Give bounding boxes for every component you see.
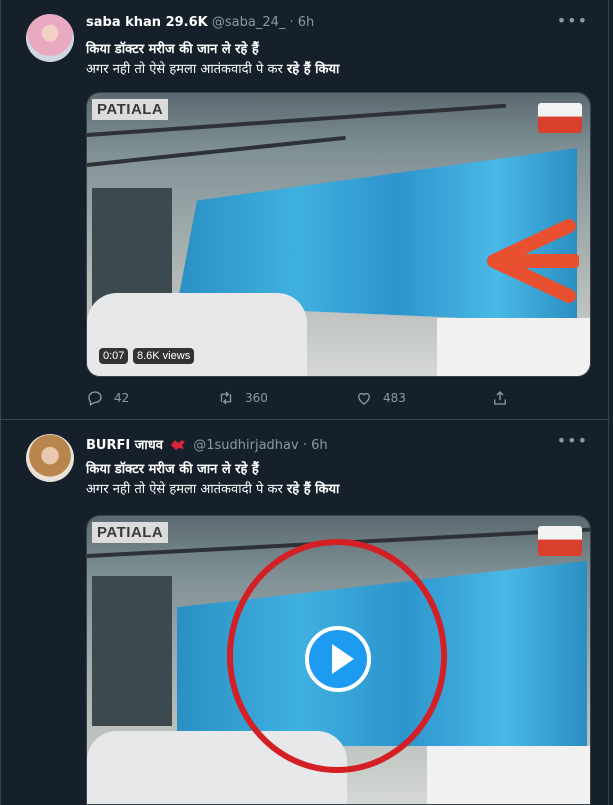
tweet-text-regular: अगर नही तो ऐसे हमला आतंकवादी पे कर xyxy=(86,482,287,497)
curtain-rail xyxy=(87,135,346,167)
retweet-icon xyxy=(220,391,232,405)
timeline: saba khan 29.6K @saba_24_ · 6h ••• किया … xyxy=(0,0,610,805)
more-icon[interactable]: ••• xyxy=(557,11,588,30)
monitor-equipment xyxy=(92,576,172,726)
hospital-bed xyxy=(437,318,590,376)
handle[interactable]: @1sudhirjadhav xyxy=(193,438,298,453)
display-name[interactable]: BURFI जाधव xyxy=(86,438,163,453)
share-icon xyxy=(494,391,506,405)
tweet-text-line2: अगर नही तो ऐसे हमला आतंकवादी पे कर रहे ह… xyxy=(86,479,339,497)
retweet-button[interactable]: 360 xyxy=(217,389,268,407)
tweet-text-line2: अगर नही तो ऐसे हमला आतंकवादी पे कर रहे ह… xyxy=(86,59,339,77)
avatar[interactable] xyxy=(26,434,74,482)
video-views: 8.6K views xyxy=(133,348,195,364)
display-name[interactable]: saba khan 29.6K xyxy=(86,15,208,30)
heart-icon xyxy=(358,392,370,405)
tweet-text-regular: अगर नही तो ऐसे हमला आतंकवादी पे कर xyxy=(86,62,287,77)
arrow-icon xyxy=(487,219,579,303)
handle[interactable]: @saba_24_ xyxy=(212,15,286,30)
share-button[interactable] xyxy=(491,389,519,407)
tweet-actions: 42 360 483 xyxy=(86,389,591,409)
tweet-text-bold: रहे हैं किया xyxy=(286,62,340,77)
more-icon[interactable]: ••• xyxy=(557,431,588,450)
retweet-count: 360 xyxy=(245,391,268,405)
tweet-text-line1: किया डॉक्टर मरीज की जान ले रहे हैं xyxy=(86,42,259,57)
reply-button[interactable]: 42 xyxy=(86,389,129,407)
like-count: 483 xyxy=(383,391,406,405)
play-icon[interactable] xyxy=(305,626,371,692)
tweet-text-bold: रहे हैं किया xyxy=(286,482,340,497)
reply-count: 42 xyxy=(114,391,130,405)
video-watermark: PATIALA xyxy=(92,99,169,120)
video-duration: 0:07 xyxy=(99,348,129,364)
video-watermark: PATIALA xyxy=(92,522,169,543)
reply-icon xyxy=(88,391,102,406)
avatar[interactable] xyxy=(26,14,74,62)
tweet-text-line1: किया डॉक्टर मरीज की जान ले रहे हैं xyxy=(86,462,259,477)
tweet-header: saba khan 29.6K @saba_24_ · 6h xyxy=(86,15,314,30)
bird-icon xyxy=(171,440,186,450)
timestamp[interactable]: 6h xyxy=(311,438,328,453)
like-button[interactable]: 483 xyxy=(355,389,406,407)
tweet-header: BURFI जाधव @1sudhirjadhav · 6h xyxy=(86,435,328,453)
video-player[interactable]: PATIALA 0:07 8.6K views xyxy=(86,92,591,377)
timestamp[interactable]: 6h xyxy=(298,15,315,30)
separator: · xyxy=(302,438,307,453)
tweet[interactable]: saba khan 29.6K @saba_24_ · 6h ••• किया … xyxy=(1,0,610,420)
channel-logo xyxy=(538,103,582,133)
channel-logo xyxy=(538,526,582,556)
video-frame: PATIALA xyxy=(87,93,590,376)
hospital-bed xyxy=(427,746,590,804)
video-player[interactable]: PATIALA xyxy=(86,515,591,805)
separator: · xyxy=(289,15,294,30)
hospital-bed xyxy=(87,293,307,376)
tweet[interactable]: BURFI जाधव @1sudhirjadhav · 6h ••• किया … xyxy=(1,421,610,805)
